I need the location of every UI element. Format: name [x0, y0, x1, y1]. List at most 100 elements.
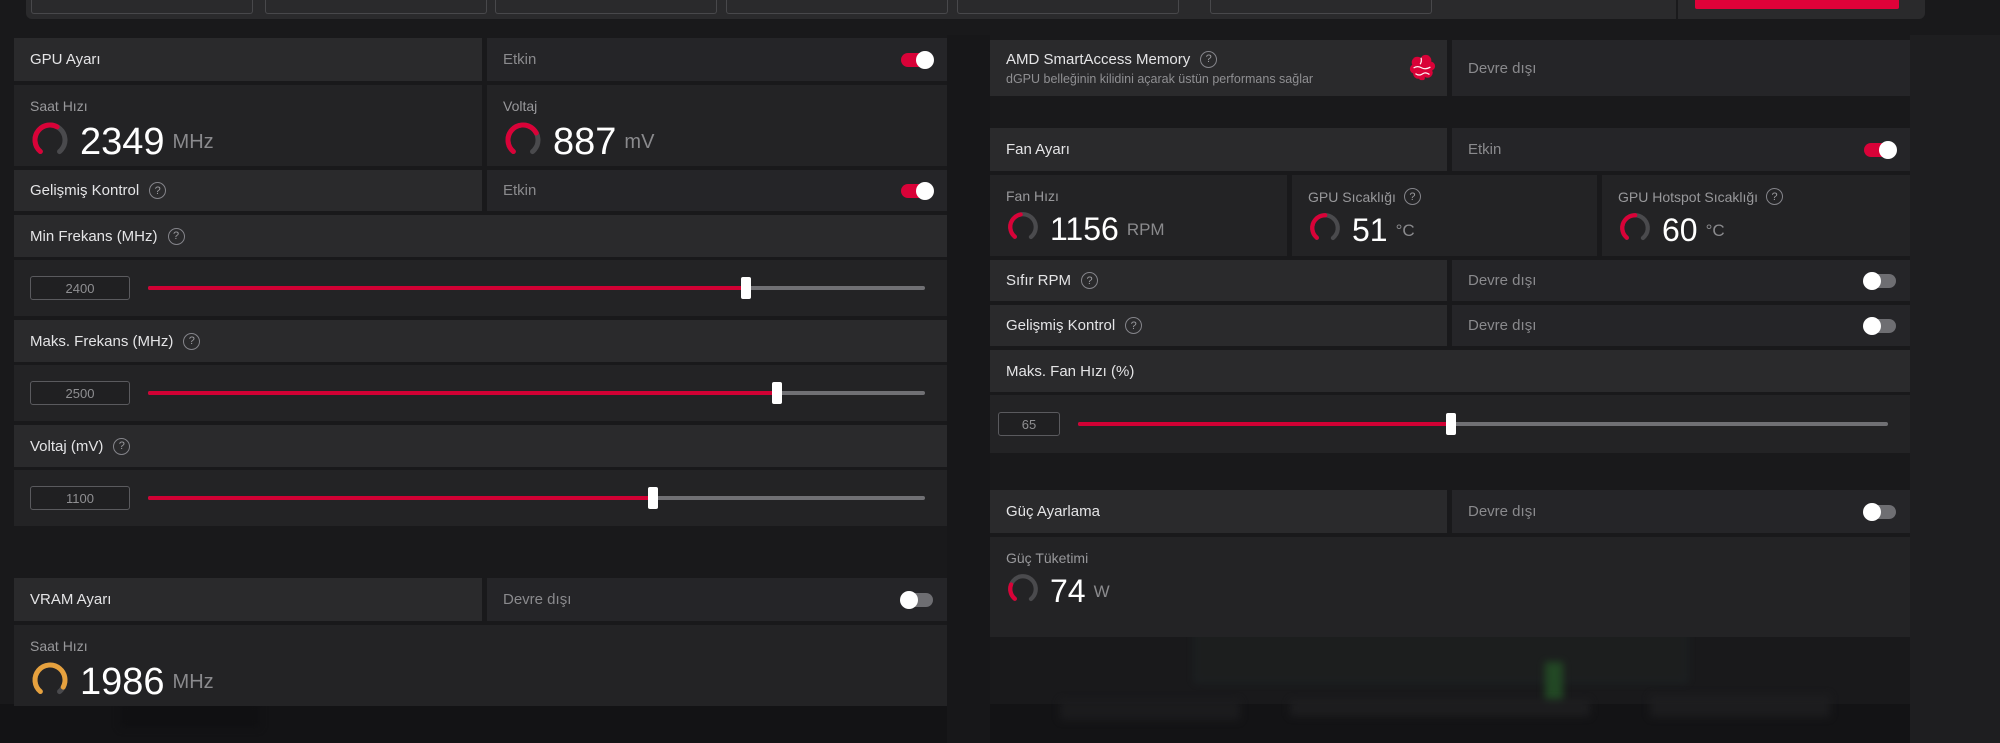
help-icon[interactable]: ?: [1403, 188, 1421, 205]
gpu-advanced-status-cell: Etkin: [487, 170, 947, 211]
fan-advanced-title-cell: Gelişmiş Kontrol ?: [990, 305, 1447, 346]
gpu-advanced-control-row: Gelişmiş Kontrol ? Etkin: [14, 170, 947, 211]
gpu-settings-header-row: GPU Ayarı Etkin: [14, 38, 947, 81]
vram-clock-cell: Saat Hızı 1986 MHz: [14, 625, 947, 706]
vram-toggle[interactable]: [900, 590, 933, 609]
toggle-knob: [1863, 316, 1881, 335]
hotspot-temp-value: 60: [1662, 212, 1698, 248]
sam-status-cell: Devre dışı: [1452, 40, 1910, 96]
gpu-advanced-toggle[interactable]: [901, 181, 934, 200]
zero-rpm-row: Sıfır RPM ? Devre dışı: [990, 260, 1910, 301]
vram-title-cell: VRAM Ayarı: [14, 578, 482, 621]
help-icon[interactable]: ?: [1766, 188, 1784, 205]
vram-header-row: VRAM Ayarı Devre dışı: [14, 578, 947, 621]
max-fan-slider[interactable]: [1078, 413, 1888, 435]
cut-off-button[interactable]: [726, 0, 948, 14]
min-frequency-label-row: Min Frekans (MHz) ?: [14, 215, 947, 257]
cut-off-button[interactable]: [265, 0, 487, 14]
vram-clock-unit: MHz: [172, 671, 214, 693]
gpu-advanced-label: Gelişmiş Kontrol: [30, 182, 140, 199]
fan-status-cell: Etkin: [1452, 128, 1910, 171]
max-frequency-slider[interactable]: [148, 382, 925, 404]
brain-icon: [1409, 54, 1436, 81]
voltage-slider-row: [14, 470, 947, 526]
fan-advanced-row: Gelişmiş Kontrol ? Devre dışı: [990, 305, 1910, 346]
max-fan-input[interactable]: [998, 412, 1060, 436]
vram-status-cell: Devre dışı: [487, 578, 947, 621]
power-toggle[interactable]: [1863, 502, 1896, 521]
power-title-cell: Güç Ayarlama: [990, 490, 1447, 533]
hotspot-temp-unit: °C: [1705, 220, 1725, 240]
sam-status: Devre dışı: [1468, 59, 1537, 77]
help-icon[interactable]: ?: [167, 227, 185, 245]
cut-off-button[interactable]: [1210, 0, 1432, 14]
power-gauge-row: Güç Tüketimi 74 W: [990, 537, 1910, 637]
dimmed-background-shape: [1060, 700, 1240, 720]
zero-rpm-title-cell: Sıfır RPM ?: [990, 260, 1447, 301]
slider-thumb[interactable]: [1445, 413, 1456, 435]
zero-rpm-label: Sıfır RPM: [1006, 272, 1072, 289]
voltage-input[interactable]: [30, 486, 130, 510]
voltage-label-cell: Voltaj (mV) ?: [14, 425, 947, 467]
power-consumption-unit: W: [1093, 581, 1110, 601]
gpu-clock-value: 2349: [80, 121, 165, 163]
top-controls-strip: [26, 0, 1925, 19]
slider-fill: [148, 286, 747, 290]
fan-speed-value: 1156: [1050, 211, 1119, 247]
gpu-clock-unit: MHz: [172, 131, 214, 153]
gpu-voltage-value: 887: [553, 121, 617, 163]
power-consumption-value: 74: [1050, 573, 1086, 609]
gpu-voltage-cell: Voltaj 887 mV: [487, 85, 947, 166]
hotspot-temp-cell: GPU Hotspot Sıcaklığı ? 60 °C: [1602, 175, 1910, 256]
power-header-row: Güç Ayarlama Devre dışı: [990, 490, 1910, 533]
max-frequency-label-cell: Maks. Frekans (MHz) ?: [14, 320, 947, 362]
sam-header-row: AMD SmartAccess Memory ? dGPU belleğinin…: [990, 40, 1910, 96]
help-icon[interactable]: ?: [149, 182, 167, 199]
slider-thumb[interactable]: [741, 277, 752, 299]
vram-clock-label: Saat Hızı: [30, 638, 88, 654]
fan-speed-cell: Fan Hızı 1156 RPM: [990, 175, 1287, 256]
zero-rpm-toggle[interactable]: [1863, 271, 1896, 290]
gpu-temp-label: GPU Sıcaklığı: [1308, 188, 1396, 205]
accent-action-button[interactable]: [1695, 0, 1899, 9]
min-frequency-slider-cell: [14, 260, 947, 316]
min-frequency-input[interactable]: [30, 276, 130, 300]
column-gap-background: [947, 35, 990, 743]
min-frequency-slider[interactable]: [148, 277, 925, 299]
max-fan-slider-row: [990, 395, 1910, 453]
gpu-voltage-label: Voltaj: [503, 98, 538, 114]
fan-toggle[interactable]: [1864, 140, 1897, 159]
cut-off-button[interactable]: [31, 0, 253, 14]
max-frequency-label-row: Maks. Frekans (MHz) ?: [14, 320, 947, 362]
voltage-slider-label: Voltaj (mV): [30, 437, 104, 455]
slider-thumb[interactable]: [772, 382, 783, 404]
voltage-slider[interactable]: [148, 487, 925, 509]
power-gauge-icon: [1006, 572, 1040, 611]
min-frequency-label-cell: Min Frekans (MHz) ?: [14, 215, 947, 257]
help-icon[interactable]: ?: [113, 437, 131, 455]
slider-thumb[interactable]: [648, 487, 659, 509]
toggle-knob: [1879, 140, 1897, 159]
vram-clock-gauge-icon: [30, 660, 70, 705]
dimmed-green-shape: [1545, 662, 1563, 702]
fan-section: Fan Ayarı Etkin Fan Hızı 1156 RPM GPU Sı…: [990, 128, 1910, 457]
help-icon[interactable]: ?: [1081, 272, 1099, 289]
help-icon[interactable]: ?: [1125, 317, 1143, 334]
help-icon[interactable]: ?: [183, 332, 201, 350]
toggle-knob: [916, 50, 934, 69]
cut-off-button[interactable]: [495, 0, 717, 14]
fan-advanced-status: Devre dışı: [1468, 317, 1537, 334]
help-icon[interactable]: ?: [1200, 50, 1218, 68]
power-consumption-label: Güç Tüketimi: [1006, 550, 1089, 566]
slider-fill: [1078, 422, 1451, 426]
gpu-temp-unit: °C: [1395, 220, 1415, 240]
sam-title: AMD SmartAccess Memory: [1006, 50, 1191, 68]
gpu-settings-toggle[interactable]: [901, 50, 934, 69]
cut-off-button[interactable]: [957, 0, 1179, 14]
fan-advanced-toggle[interactable]: [1863, 316, 1896, 335]
max-frequency-input[interactable]: [30, 381, 130, 405]
max-frequency-label: Maks. Frekans (MHz): [30, 332, 174, 350]
max-frequency-slider-row: [14, 365, 947, 421]
fan-speed-gauge-icon: [1006, 210, 1040, 249]
slider-fill: [148, 496, 654, 500]
